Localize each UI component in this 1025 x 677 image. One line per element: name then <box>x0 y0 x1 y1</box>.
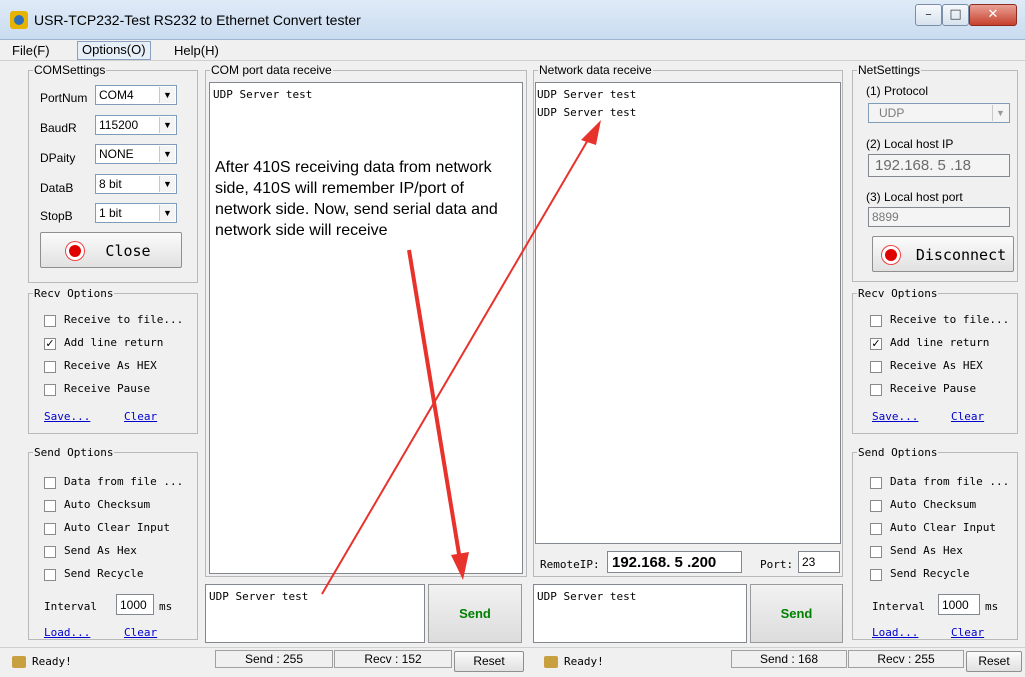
arrow-to-send-button <box>407 249 462 561</box>
arrow-to-network-receive <box>321 132 593 595</box>
arrowhead-up <box>581 120 601 145</box>
arrowhead-down <box>451 552 469 580</box>
annotation-arrows <box>321 120 601 595</box>
